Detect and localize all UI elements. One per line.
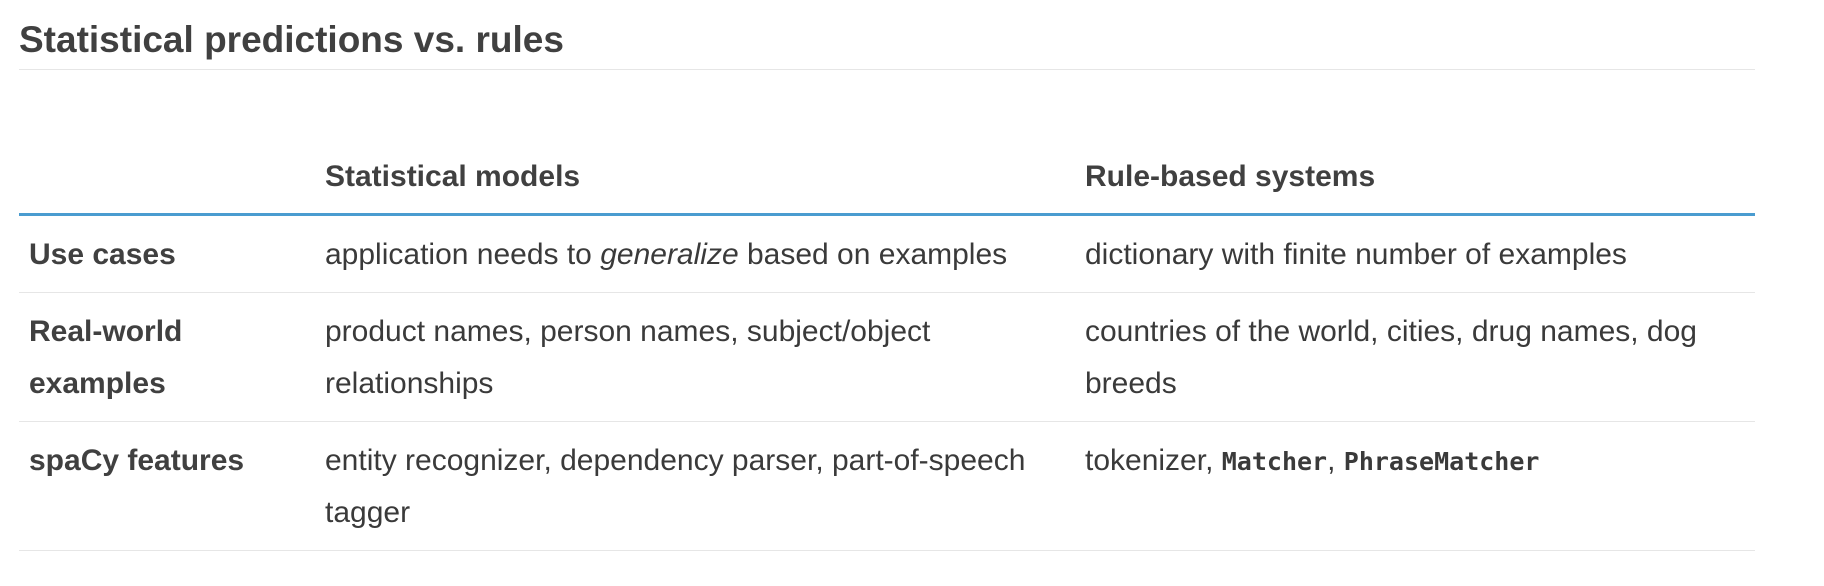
- matcher-code: Matcher: [1221, 447, 1328, 476]
- cell-rules: countries of the world, cities, drug nam…: [1075, 292, 1755, 422]
- table-row-spacy-features: spaCy features entity recognizer, depend…: [19, 421, 1755, 551]
- table-header: Statistical models Rule-based systems: [19, 140, 1755, 216]
- cell-text: application needs to: [325, 238, 601, 271]
- table-body: Use cases application needs to generaliz…: [19, 214, 1755, 551]
- table-row-use-cases: Use cases application needs to generaliz…: [19, 214, 1755, 293]
- cell-statistical: product names, person names, subject/obj…: [315, 292, 1075, 422]
- cell-rules: tokenizer, Matcher, PhraseMatcher: [1075, 421, 1755, 551]
- section-title: Statistical predictions vs. rules: [19, 0, 1755, 70]
- header-statistical-models: Statistical models: [315, 140, 1075, 216]
- table-row-real-world-examples: Real-world examples product names, perso…: [19, 292, 1755, 422]
- phrase-matcher-code: PhraseMatcher: [1343, 447, 1540, 476]
- content-section: Statistical predictions vs. rules Statis…: [19, 0, 1755, 551]
- cell-text: tokenizer,: [1085, 444, 1222, 477]
- cell-rules: dictionary with finite number of example…: [1075, 214, 1755, 293]
- row-label: Real-world examples: [19, 292, 315, 422]
- row-label: spaCy features: [19, 421, 315, 551]
- emphasis-text: generalize: [600, 238, 739, 271]
- cell-text: based on examples: [738, 238, 1008, 271]
- cell-statistical: application needs to generalize based on…: [315, 214, 1075, 293]
- comparison-table: Statistical models Rule-based systems Us…: [19, 140, 1755, 551]
- header-rule-based-systems: Rule-based systems: [1075, 140, 1755, 216]
- cell-statistical: entity recognizer, dependency parser, pa…: [315, 421, 1075, 551]
- separator-text: ,: [1327, 444, 1344, 477]
- header-row: Statistical models Rule-based systems: [19, 140, 1755, 216]
- row-label: Use cases: [19, 214, 315, 293]
- header-empty-cell: [19, 140, 315, 216]
